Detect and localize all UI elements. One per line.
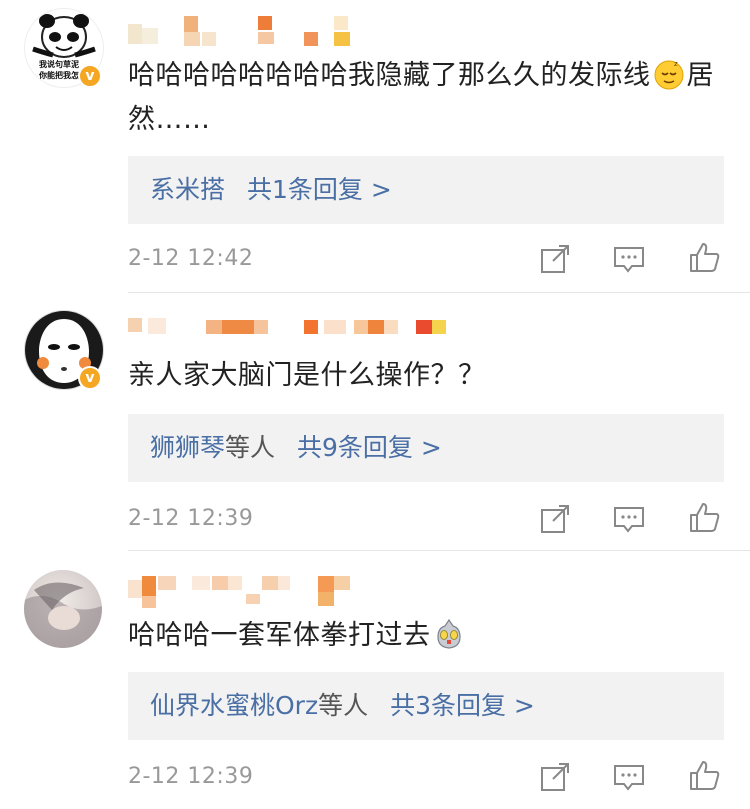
reply-suffix: 等人 bbox=[318, 691, 369, 720]
comment-text: 哈哈哈哈哈哈哈哈我隐藏了那么久的发际线 z 居然…… bbox=[128, 58, 714, 135]
forward-icon[interactable] bbox=[538, 242, 572, 276]
divider bbox=[128, 550, 750, 551]
avatar-caption: 我说句草泥 bbox=[39, 60, 79, 69]
like-icon[interactable] bbox=[688, 240, 722, 274]
reply-suffix: 等人 bbox=[225, 433, 276, 462]
avatar[interactable] bbox=[24, 570, 102, 648]
reply-user-link[interactable]: 系米搭 bbox=[150, 175, 225, 204]
comment-time: 2-12 12:39 bbox=[128, 506, 254, 531]
username-blurred[interactable] bbox=[128, 316, 458, 350]
forward-icon[interactable] bbox=[538, 760, 572, 794]
reply-user-link[interactable]: 仙界水蜜桃Orz bbox=[150, 691, 318, 720]
like-icon[interactable] bbox=[688, 500, 722, 534]
reply-preview[interactable]: 仙界水蜜桃Orz等人 共3条回复 > bbox=[128, 672, 724, 740]
reply-preview[interactable]: 狮狮琴等人 共9条回复 > bbox=[128, 414, 724, 482]
verified-badge-icon: v bbox=[78, 366, 102, 390]
reply-count-link[interactable]: 共9条回复 > bbox=[297, 433, 442, 462]
username-blurred[interactable] bbox=[128, 572, 358, 608]
comment-icon[interactable] bbox=[612, 760, 646, 794]
divider bbox=[128, 292, 750, 293]
comment-icon[interactable] bbox=[612, 242, 646, 276]
comment-time: 2-12 12:42 bbox=[128, 246, 254, 271]
comment-time: 2-12 12:39 bbox=[128, 764, 254, 789]
sleepy-face-icon: z bbox=[653, 58, 685, 90]
svg-text:z: z bbox=[674, 60, 678, 68]
forward-icon[interactable] bbox=[538, 502, 572, 536]
reply-count-link[interactable]: 共3条回复 > bbox=[390, 691, 535, 720]
comment-icon[interactable] bbox=[612, 502, 646, 536]
avatar-caption: 你能把我怎 bbox=[39, 71, 79, 80]
reply-count-link[interactable]: 共1条回复 > bbox=[247, 175, 392, 204]
username-blurred[interactable] bbox=[128, 14, 358, 48]
reply-user-link[interactable]: 狮狮琴 bbox=[150, 433, 225, 462]
comment-text: 亲人家大脑门是什么操作？？ bbox=[128, 360, 486, 391]
like-icon[interactable] bbox=[688, 758, 722, 792]
comment-text: 哈哈哈一套军体拳打过去 bbox=[128, 614, 728, 658]
ultraman-icon bbox=[433, 618, 465, 650]
reply-preview[interactable]: 系米搭 共1条回复 > bbox=[128, 156, 724, 224]
verified-badge-icon: v bbox=[78, 64, 102, 88]
